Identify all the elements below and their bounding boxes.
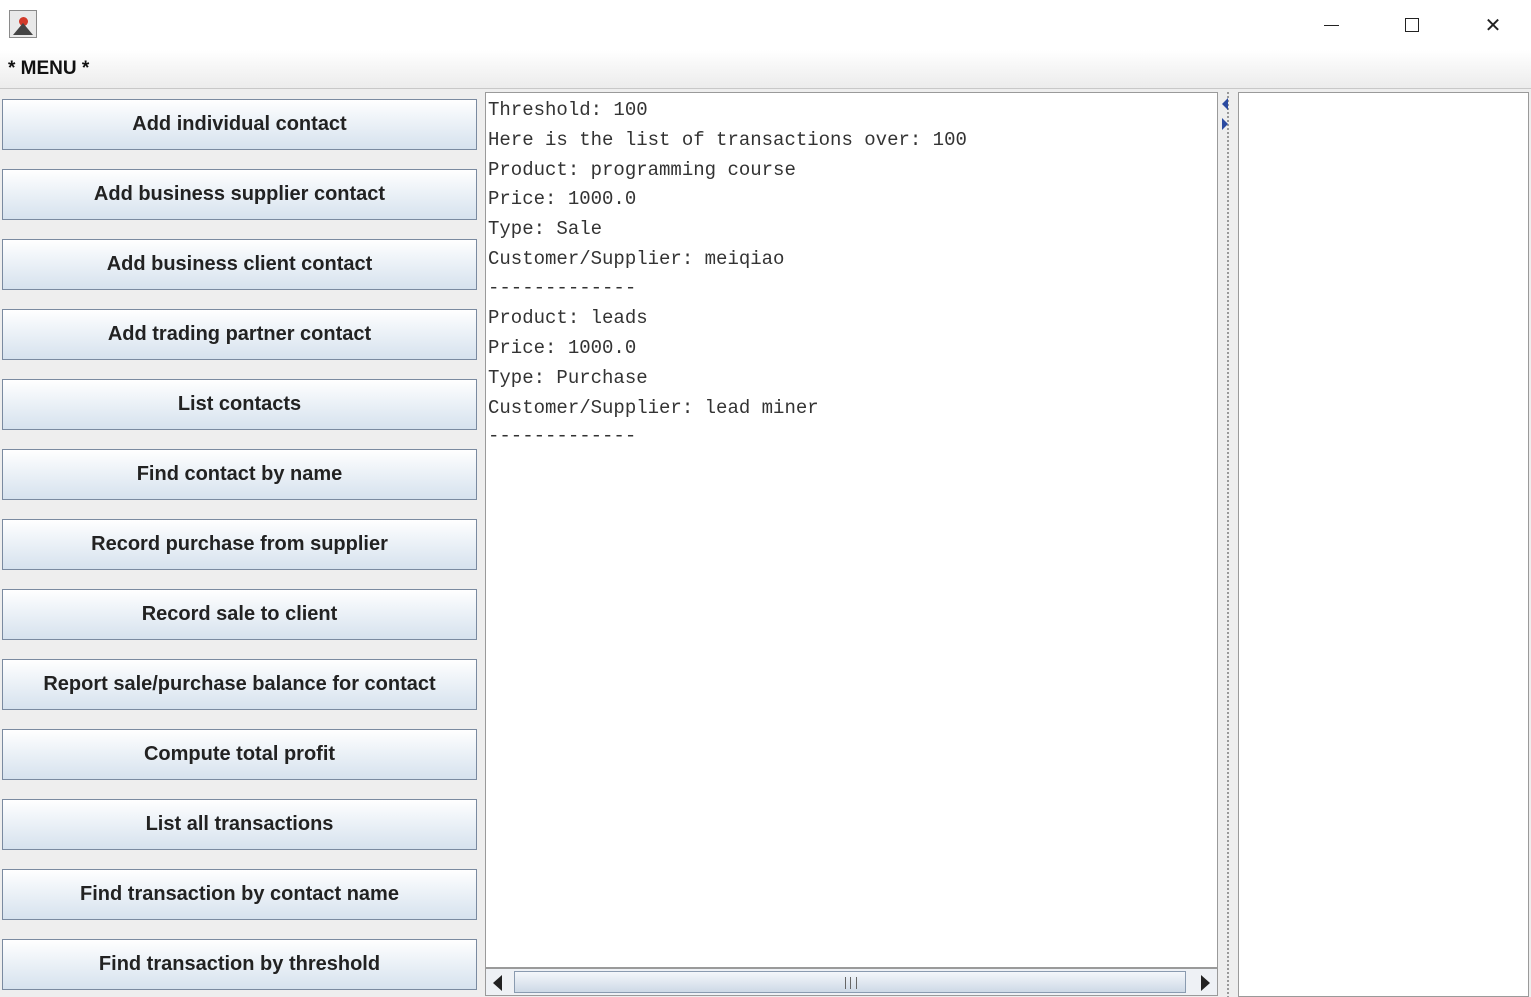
add-business-supplier-button[interactable]: Add business supplier contact bbox=[2, 169, 477, 220]
output-line: Type: Sale bbox=[488, 218, 603, 240]
expand-right-icon[interactable] bbox=[1222, 118, 1228, 130]
maximize-icon bbox=[1405, 18, 1419, 32]
arrow-left-icon[interactable] bbox=[493, 975, 502, 991]
minimize-icon bbox=[1323, 24, 1339, 26]
output-line: Product: programming course bbox=[488, 159, 796, 181]
grip-icon bbox=[845, 977, 857, 989]
output-line: Here is the list of transactions over: 1… bbox=[488, 129, 967, 151]
scrollbar-thumb[interactable] bbox=[514, 971, 1186, 993]
menu-label[interactable]: * MENU * bbox=[8, 58, 89, 80]
report-balance-button[interactable]: Report sale/purchase balance for contact bbox=[2, 659, 477, 710]
maximize-button[interactable] bbox=[1372, 0, 1452, 50]
find-transaction-by-threshold-button[interactable]: Find transaction by threshold bbox=[2, 939, 477, 990]
list-contacts-button[interactable]: List contacts bbox=[2, 379, 477, 430]
record-purchase-button[interactable]: Record purchase from supplier bbox=[2, 519, 477, 570]
close-icon: ✕ bbox=[1484, 13, 1502, 37]
find-transaction-by-contact-button[interactable]: Find transaction by contact name bbox=[2, 869, 477, 920]
arrow-right-icon[interactable] bbox=[1201, 975, 1210, 991]
list-all-transactions-button[interactable]: List all transactions bbox=[2, 799, 477, 850]
compute-total-profit-button[interactable]: Compute total profit bbox=[2, 729, 477, 780]
output-line: Price: 1000.0 bbox=[488, 188, 637, 210]
horizontal-scrollbar[interactable] bbox=[485, 968, 1218, 996]
output-line: Threshold: 100 bbox=[488, 99, 648, 121]
output-line: Customer/Supplier: meiqiao bbox=[488, 248, 785, 270]
output-line: Product: leads bbox=[488, 307, 648, 329]
close-button[interactable]: ✕ bbox=[1453, 0, 1531, 50]
collapse-left-icon[interactable] bbox=[1222, 98, 1228, 110]
menu-bar: * MENU * bbox=[0, 50, 1531, 89]
app-window: ✕ * MENU * Add individual contact Add bu… bbox=[0, 0, 1531, 997]
output-line: ------------- bbox=[488, 277, 637, 299]
record-sale-button[interactable]: Record sale to client bbox=[2, 589, 477, 640]
button-panel: Add individual contact Add business supp… bbox=[0, 90, 482, 997]
title-bar: ✕ bbox=[0, 0, 1531, 50]
divider-grip bbox=[1227, 92, 1229, 997]
output-line: Price: 1000.0 bbox=[488, 337, 637, 359]
output-line: Type: Purchase bbox=[488, 367, 648, 389]
add-business-client-button[interactable]: Add business client contact bbox=[2, 239, 477, 290]
split-divider[interactable] bbox=[1220, 92, 1236, 997]
right-pane bbox=[1238, 92, 1529, 997]
find-contact-by-name-button[interactable]: Find contact by name bbox=[2, 449, 477, 500]
output-line: Customer/Supplier: lead miner bbox=[488, 397, 819, 419]
output-text-area[interactable]: Threshold: 100 Here is the list of trans… bbox=[485, 92, 1218, 968]
java-duke-icon bbox=[9, 10, 37, 38]
minimize-button[interactable] bbox=[1291, 0, 1371, 50]
output-line: ------------- bbox=[488, 425, 637, 447]
add-individual-contact-button[interactable]: Add individual contact bbox=[2, 99, 477, 150]
add-trading-partner-button[interactable]: Add trading partner contact bbox=[2, 309, 477, 360]
